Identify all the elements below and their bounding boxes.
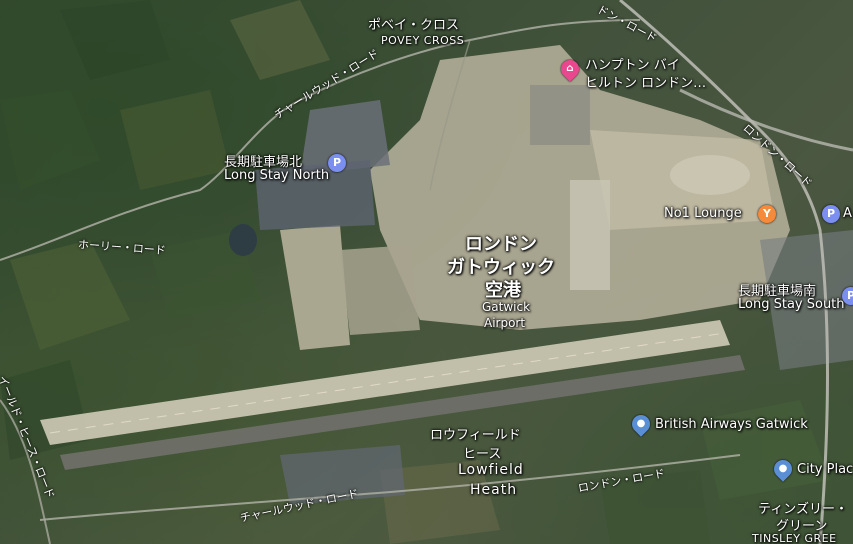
long-stay-north-label-en[interactable]: Long Stay North (224, 168, 329, 183)
british-airways-pin[interactable]: ● (628, 411, 654, 437)
bed-icon: ⌂ (566, 63, 574, 74)
airport-name-jp-line3[interactable]: 空港 (485, 276, 521, 302)
airport-name-en-line1[interactable]: Gatwick (482, 300, 530, 314)
place-label-tinsley-en: TINSLEY GREE (752, 532, 837, 544)
place-label-lowfield-jp-2: ヒース (463, 447, 502, 462)
place-label-povey-cross-jp: ポベイ・クロス (368, 18, 460, 33)
lounge-label[interactable]: No1 Lounge (664, 206, 742, 221)
parking-south-icon[interactable]: P (842, 287, 853, 305)
pin-icon: ● (636, 418, 646, 429)
airport-name-en-line2[interactable]: Airport (484, 316, 525, 330)
place-label-lowfield-en-2: Heath (470, 482, 518, 498)
hotel-label-line2[interactable]: ヒルトン ロンドン… (585, 72, 706, 91)
parking-east-icon[interactable]: P (822, 205, 840, 223)
edge-label: A (843, 206, 852, 221)
satellite-map[interactable]: チャールウッド・ロード ホーリー・ロード ドン・ロード ロンドン・ロード ロンド… (0, 0, 853, 544)
city-place-label[interactable]: City Plac (797, 462, 853, 477)
hotel-pin[interactable]: ⌂ (557, 56, 583, 82)
place-label-lowfield-jp-1: ロウフィールド (430, 428, 521, 443)
british-airways-label[interactable]: British Airways Gatwick (655, 417, 808, 432)
pin-icon: ● (778, 463, 788, 474)
long-stay-south-label-en[interactable]: Long Stay South (738, 297, 845, 312)
hotel-label-line1[interactable]: ハンプトン バイ (585, 54, 680, 73)
place-label-povey-cross-en: POVEY CROSS (381, 34, 465, 47)
satellite-imagery (0, 0, 853, 544)
parking-north-icon[interactable]: P (328, 154, 346, 172)
city-place-pin[interactable]: ● (770, 456, 796, 482)
lounge-icon[interactable]: Y (758, 205, 776, 223)
place-label-lowfield-en-1: Lowfield (458, 462, 524, 478)
